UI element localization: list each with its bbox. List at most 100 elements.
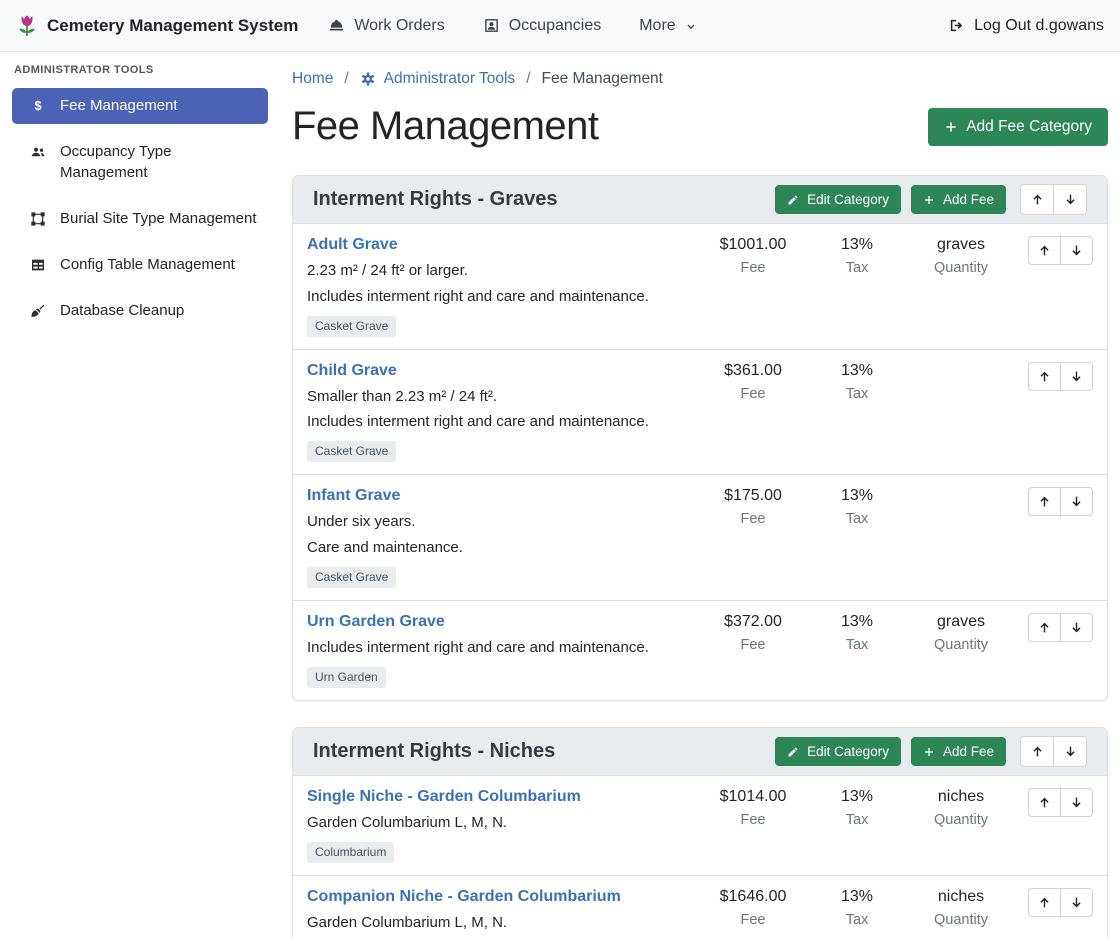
sidebar-heading: ADMINISTRATOR TOOLS [0,64,280,88]
arrow-down-icon [1064,745,1077,758]
fee-category-card: Interment Rights - NichesEdit CategoryAd… [292,727,1108,939]
category-move-down-button[interactable] [1053,184,1087,215]
fee-type-badge: Urn Garden [307,667,386,688]
fee-move-down-button[interactable] [1060,613,1093,642]
fee-move-down-button[interactable] [1060,362,1093,391]
fee-name-link[interactable]: Child Grave [307,361,397,381]
svg-text:$: $ [34,99,41,113]
fee-move-up-button[interactable] [1028,788,1061,817]
edit-category-button[interactable]: Edit Category [775,185,901,214]
tulip-logo-icon [16,14,38,38]
page-title: Fee Management [292,104,599,149]
edit-category-label: Edit Category [807,744,889,759]
fee-amount-label: Fee [701,386,805,402]
fee-move-up-button[interactable] [1028,487,1061,516]
main-nav: Work Orders Occupancies More [328,17,696,35]
category-reorder-buttons [1020,184,1087,215]
fee-row: Adult Grave2.23 m² / 24 ft² or larger.In… [293,224,1107,349]
fee-move-down-button[interactable] [1060,788,1093,817]
fee-description: Smaller than 2.23 m² / 24 ft². [307,388,691,407]
fee-tax: 13%Tax [805,612,909,653]
arrow-down-icon [1064,193,1077,206]
add-fee-category-button[interactable]: Add Fee Category [928,108,1108,146]
fee-name-link[interactable]: Infant Grave [307,486,400,506]
fee-category-card: Interment Rights - GravesEdit CategoryAd… [292,175,1108,701]
app-brand[interactable]: Cemetery Management System [16,14,298,38]
fee-move-up-button[interactable] [1028,362,1061,391]
fee-move-down-button[interactable] [1060,888,1093,917]
arrow-up-icon [1038,796,1051,809]
arrow-up-icon [1038,621,1051,634]
fee-name-link[interactable]: Single Niche - Garden Columbarium [307,787,581,807]
fee-amount-label: Fee [701,511,805,527]
pencil-icon [787,194,799,206]
fee-amount-value: $1014.00 [701,787,805,807]
fee-move-down-button[interactable] [1060,487,1093,516]
fee-reorder-buttons [1013,612,1093,642]
fee-description: Includes interment right and care and ma… [307,288,691,307]
breadcrumb-item-administrator-tools[interactable]: Administrator Tools [360,70,516,88]
breadcrumb-label: Fee Management [542,70,664,87]
fee-move-up-button[interactable] [1028,236,1061,265]
logout-button[interactable]: Log Out d.gowans [948,17,1104,35]
fee-tax: 13%Tax [805,235,909,276]
fee-tax-value: 13% [805,787,909,807]
fee-tax-label: Tax [805,260,909,276]
add-fee-button[interactable]: Add Fee [911,185,1006,214]
fee-name-link[interactable]: Companion Niche - Garden Columbarium [307,887,621,907]
fee-details: Companion Niche - Garden Columbarium Gard… [307,887,701,939]
sidebar-item-occupancy-type-management[interactable]: Occupancy Type Management [12,134,268,191]
users-icon [28,144,48,160]
fee-type-badge: Casket Grave [307,567,396,588]
logout-label: Log Out d.gowans [974,17,1104,35]
pencil-icon [787,746,799,758]
fee-description: Under six years. [307,513,691,532]
sidebar-item-database-cleanup[interactable]: Database Cleanup [12,293,268,329]
fee-move-up-button[interactable] [1028,888,1061,917]
category-move-down-button[interactable] [1053,736,1087,767]
dollar-icon: $ [28,98,48,114]
fee-description: Garden Columbarium L, M, N. [307,814,691,833]
fee-amount-label: Fee [701,260,805,276]
fee-tax: 13%Tax [805,887,909,928]
fee-name-link[interactable]: Adult Grave [307,235,398,255]
sidebar-item-burial-site-type-management[interactable]: Burial Site Type Management [12,201,268,237]
plus-icon [923,746,935,758]
breadcrumb: Home/Administrator Tools/Fee Management [292,70,1108,88]
page-header: Fee Management Add Fee Category [292,104,1108,149]
fee-name-link[interactable]: Urn Garden Grave [307,612,445,632]
edit-category-label: Edit Category [807,192,889,207]
fee-quantity: gravesQuantity [909,612,1013,653]
fee-move-down-button[interactable] [1060,236,1093,265]
category-reorder-buttons [1020,736,1087,767]
fee-amount-value: $175.00 [701,486,805,506]
fee-row: Child Grave Smaller than 2.23 m² / 24 ft²… [293,349,1107,475]
sidebar-item-fee-management[interactable]: $Fee Management [12,88,268,124]
fee-list: Single Niche - Garden Columbarium Garden … [293,776,1107,939]
arrow-down-icon [1070,621,1083,634]
sidebar-item-config-table-management[interactable]: Config Table Management [12,247,268,283]
category-move-up-button[interactable] [1020,736,1054,767]
arrow-up-icon [1038,244,1051,257]
main-content: Home/Administrator Tools/Fee Management … [280,52,1120,939]
table-icon [28,257,48,273]
fee-tax: 13%Tax [805,787,909,828]
nav-item-occupancies[interactable]: Occupancies [483,17,602,35]
fee-quantity-value: graves [909,235,1013,255]
breadcrumb-item-home[interactable]: Home [292,70,333,88]
fee-tax-value: 13% [805,887,909,907]
fee-row: Urn Garden GraveIncludes interment right… [293,600,1107,700]
nav-item-work-orders[interactable]: Work Orders [328,17,444,35]
edit-category-button[interactable]: Edit Category [775,737,901,766]
add-fee-button[interactable]: Add Fee [911,737,1006,766]
fee-description: Garden Columbarium L, M, N. [307,914,691,933]
fee-move-up-button[interactable] [1028,613,1061,642]
category-move-up-button[interactable] [1020,184,1054,215]
fee-amount-value: $1001.00 [701,235,805,255]
add-fee-label: Add Fee [943,192,994,207]
fee-amount: $361.00Fee [701,361,805,402]
fee-amount: $1014.00Fee [701,787,805,828]
nav-item-more[interactable]: More [639,17,696,35]
breadcrumb-label: Home [292,70,333,88]
sidebar-item-label: Burial Site Type Management [60,209,257,229]
